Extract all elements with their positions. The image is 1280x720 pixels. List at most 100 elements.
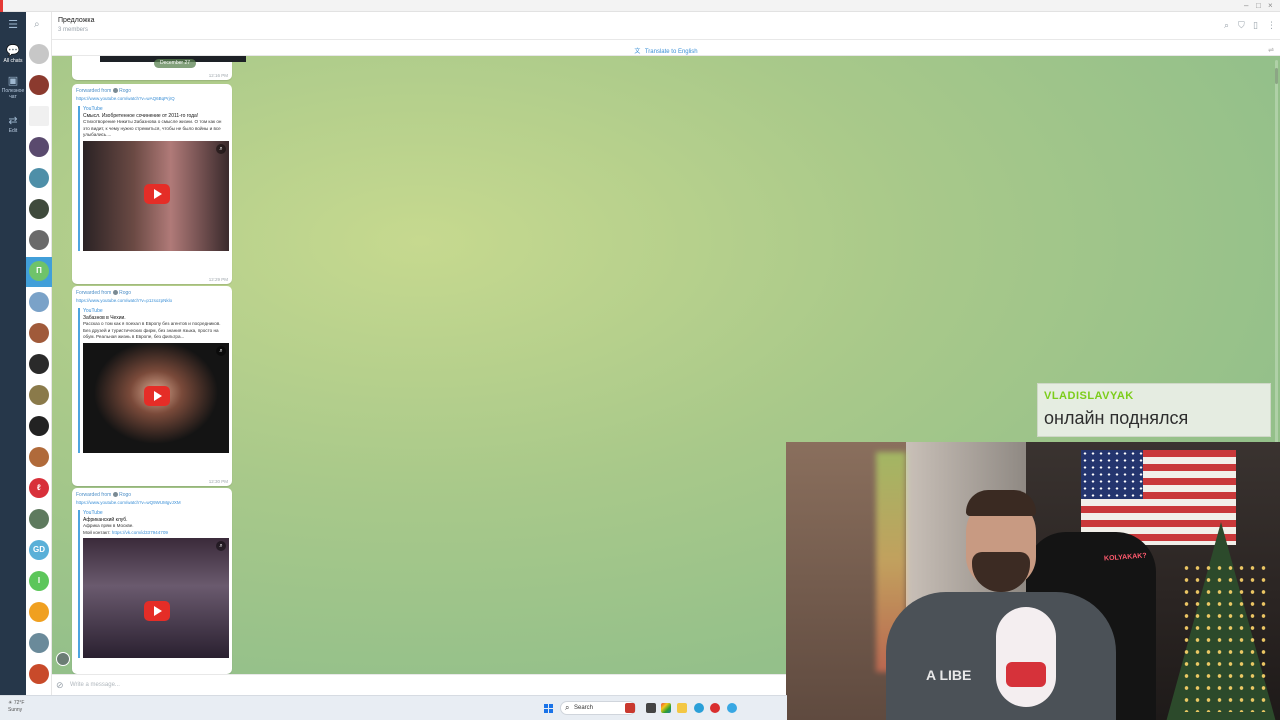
- chat-avatar[interactable]: [29, 664, 49, 684]
- chat-avatar[interactable]: [29, 44, 49, 64]
- forwarded-header[interactable]: Forwarded from Rogo: [72, 488, 232, 499]
- app-accent-mark: [0, 0, 3, 12]
- chat-avatar-selected[interactable]: П: [29, 261, 49, 281]
- chat-avatar[interactable]: [29, 199, 49, 219]
- folder-rail: ☰ 💬 All chats ▣ Полезное чат ⇄ Edit: [0, 12, 26, 695]
- message-time: 12:30 PM: [208, 478, 228, 484]
- chat-avatar[interactable]: [29, 230, 49, 250]
- chat-avatar[interactable]: [29, 106, 49, 126]
- app-icon-red[interactable]: [710, 703, 720, 713]
- webcam-shirt-text: A LIBE: [926, 667, 972, 683]
- play-icon[interactable]: [144, 183, 170, 204]
- forward-sender[interactable]: Rogo: [119, 88, 131, 94]
- message-time: 12:16 PM: [208, 72, 228, 78]
- chat-member-count: 3 members: [58, 27, 89, 33]
- forwarded-header[interactable]: Forwarded from Rogo: [72, 286, 232, 297]
- webcam-plush-toy: [996, 607, 1056, 707]
- forwarded-header[interactable]: Forwarded from Rogo: [72, 84, 232, 95]
- message-bubble[interactable]: Forwarded from Rogo https://www.youtube.…: [72, 84, 232, 284]
- chat-avatar[interactable]: [29, 137, 49, 157]
- preview-description: Стихотворение Никиты Забазнова о смысле …: [83, 119, 222, 137]
- chat-avatar[interactable]: [29, 509, 49, 529]
- folder-label: Полезное чат: [1, 88, 25, 100]
- sender-avatar: [112, 492, 118, 498]
- more-menu-icon[interactable]: ⋮: [1267, 20, 1276, 31]
- chat-avatar[interactable]: [29, 416, 49, 436]
- chat-bubbles-icon: 💬: [6, 45, 20, 57]
- alert-username: VLADISLAVYAK: [1044, 390, 1134, 402]
- play-icon[interactable]: [144, 601, 170, 621]
- chat-avatar[interactable]: GD: [29, 540, 49, 560]
- minimize-button[interactable]: –: [1244, 1, 1248, 10]
- link-preview[interactable]: YouTube Забазнов в Чехии. Рассказ о том …: [78, 308, 229, 453]
- contact-link[interactable]: https://vk.com/id337944709: [112, 530, 168, 535]
- message-link[interactable]: https://www.youtube.com/watch?v=wQ9WUMgv…: [72, 499, 232, 509]
- message-link[interactable]: https://www.youtube.com/watch?v=p1zsozpN…: [72, 297, 232, 307]
- play-icon[interactable]: [144, 385, 170, 406]
- telegram-icon[interactable]: [727, 703, 737, 713]
- weather-desc: Sunny: [8, 707, 23, 713]
- taskbar-app-icon[interactable]: [625, 703, 635, 713]
- chat-avatar[interactable]: I: [29, 571, 49, 591]
- edge-icon[interactable]: [694, 703, 704, 713]
- translate-label[interactable]: Translate to English: [645, 49, 698, 55]
- translate-bar[interactable]: 文 Translate to English ⇌: [52, 40, 1280, 56]
- message-composer[interactable]: ⊘ Write a message...: [52, 674, 787, 695]
- search-icon[interactable]: ⌕: [1224, 20, 1229, 31]
- folder-all-chats[interactable]: 💬 All chats: [0, 44, 26, 64]
- attach-icon[interactable]: ⊘: [56, 680, 64, 691]
- message-bubble[interactable]: Forwarded from Rogo https://www.youtube.…: [72, 488, 232, 674]
- message-input[interactable]: Write a message...: [70, 682, 120, 688]
- forward-sender[interactable]: Rogo: [119, 290, 131, 296]
- sender-avatar: [112, 88, 118, 94]
- message-bubble[interactable]: Forwarded from Rogo https://www.youtube.…: [72, 286, 232, 486]
- chat-avatar[interactable]: [29, 292, 49, 312]
- message-time: 12:29 PM: [208, 276, 228, 282]
- chat-avatar[interactable]: [29, 323, 49, 343]
- chat-avatar[interactable]: [29, 602, 49, 622]
- translate-icon: 文: [634, 49, 641, 55]
- maximize-button[interactable]: □: [1256, 1, 1261, 10]
- hamburger-icon: ☰: [8, 19, 18, 31]
- chat-avatar[interactable]: ℓ: [29, 478, 49, 498]
- video-thumbnail[interactable]: ⌕: [83, 342, 229, 453]
- link-preview[interactable]: YouTube Смысл. Изобретенное сочинение от…: [78, 106, 229, 251]
- chat-avatar[interactable]: [29, 354, 49, 374]
- zoom-icon[interactable]: ⌕: [216, 143, 226, 154]
- folder-edit[interactable]: ⇄ Edit: [0, 114, 26, 134]
- link-preview[interactable]: YouTube Африканский клуб. Африка прям в …: [78, 510, 229, 658]
- zoom-icon[interactable]: ⌕: [216, 541, 226, 551]
- chat-avatar[interactable]: [29, 168, 49, 188]
- menu-button[interactable]: ☰: [0, 18, 26, 32]
- file-explorer-icon[interactable]: [677, 703, 687, 713]
- message-link[interactable]: https://www.youtube.com/watch?v=wAQ6BqPr…: [72, 95, 232, 105]
- folder-icon: ▣: [7, 75, 19, 87]
- close-button[interactable]: ×: [1268, 1, 1273, 10]
- alert-message: онлайн поднялся: [1044, 408, 1189, 428]
- weather-temp: 72°F: [13, 700, 25, 706]
- user-avatar-small[interactable]: [56, 652, 70, 666]
- sidebar-toggle-icon[interactable]: ▯: [1253, 20, 1258, 31]
- folder-useful[interactable]: ▣ Полезное чат: [0, 74, 26, 100]
- weather-widget[interactable]: ☀ 72°F Sunny: [8, 700, 25, 714]
- chat-header: Предложка 3 members ⌕ ⛉ ▯ ⋮: [52, 12, 1280, 40]
- chat-avatar[interactable]: [29, 447, 49, 467]
- taskbar-app-icon[interactable]: [646, 703, 656, 713]
- forward-sender[interactable]: Rogo: [119, 492, 131, 498]
- video-thumbnail[interactable]: ⌕: [83, 538, 229, 658]
- scrollbar-thumb[interactable]: [1275, 68, 1278, 84]
- search-icon[interactable]: ⌕: [34, 19, 40, 30]
- sliders-icon: ⇄: [8, 115, 18, 127]
- zoom-icon[interactable]: ⌕: [216, 345, 226, 356]
- video-thumbnail[interactable]: ⌕: [83, 140, 229, 251]
- preview-contact: Мой контакт: https://vk.com/id337944709: [83, 529, 168, 535]
- chrome-icon[interactable]: [661, 703, 671, 713]
- webcam-person-hair: [966, 490, 1036, 516]
- windows-start-icon[interactable]: [544, 704, 553, 713]
- chat-avatar[interactable]: [29, 633, 49, 653]
- chat-avatar[interactable]: [29, 75, 49, 95]
- chat-avatar[interactable]: [29, 385, 49, 405]
- message-bubble[interactable]: December 27 12:16 PM: [72, 56, 246, 80]
- shield-icon[interactable]: ⛉: [1238, 20, 1245, 31]
- chat-title[interactable]: Предложка: [58, 17, 95, 24]
